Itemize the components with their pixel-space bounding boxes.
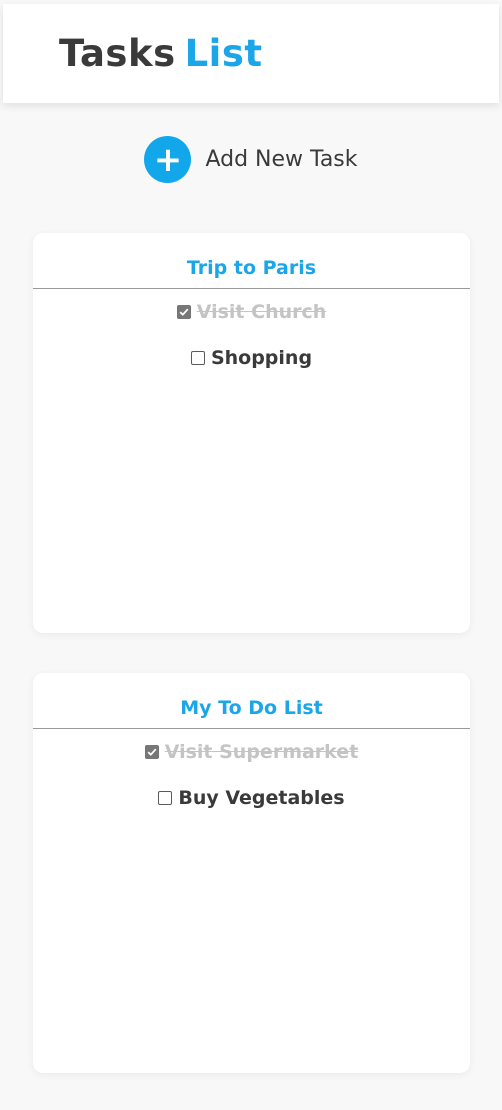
task-item: Shopping (33, 335, 470, 381)
task-item: Visit Supermarket (33, 729, 470, 775)
task-label: Shopping (210, 347, 313, 369)
task-checkbox[interactable] (190, 351, 205, 365)
task-label: Visit Supermarket (164, 741, 359, 763)
checkmark-icon (179, 308, 189, 316)
page-title-part1: Tasks (59, 32, 176, 75)
task-list-card: Trip to Paris Visit Church Shopping (33, 233, 470, 633)
plus-icon[interactable]: + (144, 136, 192, 183)
task-item: Visit Church (33, 289, 470, 335)
checkmark-icon (147, 748, 157, 756)
task-checkbox[interactable] (176, 305, 191, 319)
task-label: Buy Vegetables (178, 787, 345, 809)
task-checkbox[interactable] (144, 745, 159, 759)
app-header: Tasks List (3, 4, 499, 103)
task-list-card: My To Do List Visit Supermarket Buy Vege… (33, 673, 470, 1073)
add-new-task-button[interactable]: + Add New Task (0, 136, 502, 183)
list-title: My To Do List (33, 673, 470, 729)
task-checkbox[interactable] (158, 791, 173, 805)
list-title: Trip to Paris (33, 233, 470, 289)
task-item: Buy Vegetables (33, 775, 470, 821)
add-new-task-label[interactable]: Add New Task (205, 147, 357, 172)
page-title-part2: List (184, 32, 263, 75)
task-label: Visit Church (196, 301, 327, 323)
